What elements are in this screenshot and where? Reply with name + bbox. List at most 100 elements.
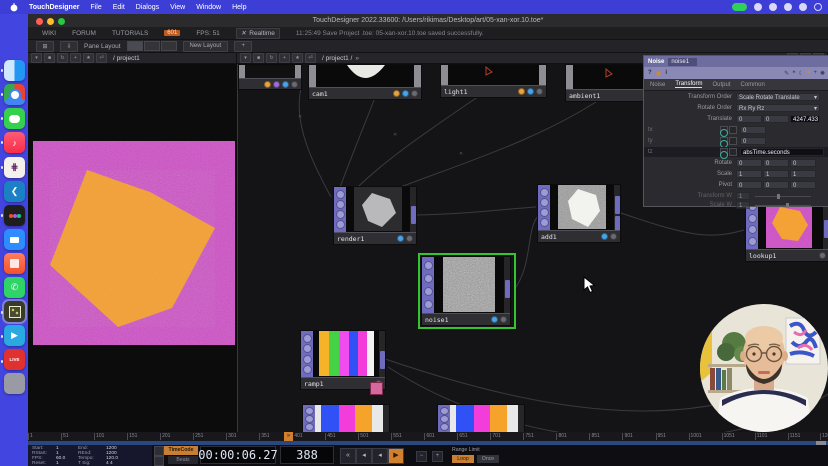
- node-viewer-rail[interactable]: [301, 331, 313, 377]
- menu-edit[interactable]: Edit: [113, 4, 125, 11]
- tab-transform[interactable]: Transform: [675, 81, 702, 88]
- node-thumbnail[interactable]: [309, 65, 421, 87]
- transform-order-dropdown[interactable]: Scale Rotate Translate▾: [736, 93, 820, 101]
- tab-output[interactable]: Output: [712, 82, 730, 88]
- window-titlebar[interactable]: TouchDesigner 2022.33600: /Users/rikimas…: [28, 14, 828, 28]
- pivot-z-field[interactable]: 0: [790, 181, 816, 189]
- dock-icon-zoom[interactable]: [4, 229, 25, 250]
- info-icon[interactable]: i: [665, 70, 667, 76]
- screen-recording-indicator-icon[interactable]: [732, 3, 747, 11]
- translate-x-field[interactable]: 0: [736, 115, 762, 123]
- scale-z-field[interactable]: 1: [790, 170, 816, 178]
- node-render1[interactable]: render1: [333, 186, 417, 245]
- dock-icon-whatsapp[interactable]: ✆: [4, 277, 25, 298]
- node-viewer-rail[interactable]: [303, 405, 315, 432]
- bookmark-add-icon[interactable]: +: [70, 53, 81, 63]
- bookmark-add-icon[interactable]: +: [279, 53, 290, 63]
- translate-z-field[interactable]: 4247.433: [790, 115, 820, 123]
- menu-help[interactable]: Help: [232, 4, 246, 11]
- rotate-x-field[interactable]: 0: [736, 159, 762, 167]
- dock-icon-trash[interactable]: [4, 373, 25, 394]
- new-layout-button[interactable]: New Layout: [183, 41, 229, 52]
- node-thumbnail[interactable]: [550, 185, 614, 230]
- help-icon[interactable]: ?: [648, 70, 652, 76]
- apple-icon[interactable]: [10, 3, 18, 12]
- play-reverse-button[interactable]: ◂: [372, 448, 388, 464]
- comment-icon[interactable]: ❝: [792, 70, 795, 77]
- node-viewer-rail[interactable]: [438, 405, 450, 432]
- info-value[interactable]: 1: [56, 461, 78, 466]
- loop-button[interactable]: Loop: [452, 455, 474, 463]
- node-viewer-rail[interactable]: [538, 185, 550, 230]
- node-output-tab[interactable]: [380, 351, 385, 369]
- rotate-order-dropdown[interactable]: Rx Ry Rz▾: [736, 104, 820, 112]
- realtime-toggle[interactable]: ✕Realtime: [236, 28, 280, 39]
- dock-icon-figma[interactable]: [4, 205, 25, 226]
- dock-icon-touchdesigner[interactable]: [4, 301, 25, 322]
- node-bottom-a[interactable]: [302, 404, 390, 432]
- node-light1[interactable]: light1: [440, 64, 547, 98]
- path-enter-icon[interactable]: ⏎: [96, 53, 107, 63]
- node-flags[interactable]: [518, 88, 543, 95]
- status-icon-1[interactable]: [754, 3, 762, 11]
- forum-link[interactable]: FORUM: [72, 30, 96, 37]
- expression-mode-icon[interactable]: ☾: [798, 70, 803, 77]
- gear-icon[interactable]: ✺: [820, 70, 825, 77]
- node-output-tab[interactable]: [505, 280, 510, 298]
- menu-touchdesigner[interactable]: TouchDesigner: [29, 4, 79, 11]
- node-cam1[interactable]: cam1: [308, 64, 422, 100]
- layout-grid-icon[interactable]: ⊞: [36, 41, 54, 52]
- play-button[interactable]: ▶: [388, 448, 404, 464]
- timeline-options-button-2[interactable]: [154, 456, 164, 466]
- translate-y-field[interactable]: 0: [763, 115, 789, 123]
- bookmark-star-icon[interactable]: ★: [292, 53, 303, 63]
- notification-badge[interactable]: 601: [164, 30, 180, 36]
- node-comp[interactable]: [238, 64, 302, 90]
- path-expander-icon[interactable]: »: [355, 55, 359, 62]
- transform-w-field[interactable]: 1: [736, 192, 750, 200]
- pane-dropdown-icon[interactable]: ▾: [31, 53, 42, 63]
- rotate-z-field[interactable]: 0: [790, 159, 816, 167]
- dock-icon-music[interactable]: ♪: [4, 132, 25, 153]
- node-thumbnail[interactable]: [346, 187, 410, 232]
- node-noise1-selection[interactable]: noise1: [418, 253, 516, 329]
- node-bottom-b[interactable]: [437, 404, 525, 432]
- layout-presets[interactable]: [127, 41, 177, 51]
- rotate-y-field[interactable]: 0: [763, 159, 789, 167]
- step-back-button[interactable]: ◂: [356, 448, 372, 464]
- node-flags[interactable]: [819, 252, 826, 259]
- node-viewer-rail[interactable]: [334, 187, 346, 232]
- network-comment-flag[interactable]: [370, 382, 383, 395]
- increment-button[interactable]: +: [432, 451, 443, 462]
- tutorials-link[interactable]: TUTORIALS: [112, 30, 148, 37]
- node-noise1[interactable]: noise1: [421, 256, 511, 326]
- pivot-y-field[interactable]: 0: [763, 181, 789, 189]
- once-button[interactable]: Once: [477, 455, 499, 463]
- status-icon-5[interactable]: [814, 3, 822, 11]
- node-output-tab[interactable]: [615, 196, 620, 214]
- dock-icon-live[interactable]: LIVE: [4, 349, 25, 370]
- dock-icon-messages[interactable]: [4, 108, 25, 129]
- tab-common[interactable]: Common: [740, 82, 764, 88]
- tx-mode-toggles[interactable]: [720, 126, 737, 134]
- language-icon[interactable]: ✎: [784, 70, 789, 77]
- viewer-path[interactable]: / project1: [113, 55, 140, 62]
- menu-window[interactable]: Window: [196, 4, 221, 11]
- node-flags[interactable]: [397, 235, 413, 242]
- node-thumbnail[interactable]: [313, 331, 379, 377]
- layout-export-icon[interactable]: ⇩: [60, 41, 78, 52]
- transform-w-slider[interactable]: [755, 196, 811, 197]
- node-output-tab[interactable]: [411, 206, 416, 224]
- pivot-x-field[interactable]: 0: [736, 181, 762, 189]
- node-flags[interactable]: [601, 233, 617, 240]
- menu-file[interactable]: File: [90, 4, 101, 11]
- ty-mode-toggles[interactable]: [720, 137, 737, 145]
- tz-mode-toggles[interactable]: [720, 148, 737, 156]
- dock-icon-telegram[interactable]: ▶: [4, 325, 25, 346]
- node-add1[interactable]: add1: [537, 184, 621, 243]
- network-path[interactable]: / project1 /: [322, 55, 352, 62]
- status-icon-3[interactable]: [784, 3, 792, 11]
- scale-w-slider[interactable]: [755, 205, 811, 206]
- status-icon-2[interactable]: [769, 3, 777, 11]
- tab-noise[interactable]: Noise: [650, 82, 665, 88]
